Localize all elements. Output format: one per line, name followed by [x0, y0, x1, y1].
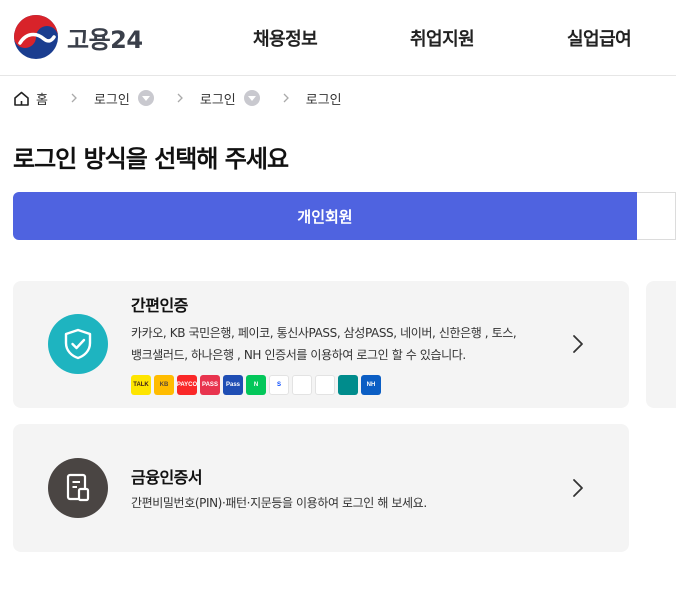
chevron-right-icon[interactable] — [572, 334, 584, 354]
breadcrumb-item-2[interactable]: 로그인 — [200, 89, 236, 108]
nh-icon: NH — [361, 375, 381, 395]
card-description: 카카오, KB 국민은행, 페이코, 통신사PASS, 삼성PASS, 네이버,… — [131, 322, 541, 366]
breadcrumb-home[interactable]: 홈 — [36, 89, 48, 108]
dropdown-icon[interactable] — [243, 90, 260, 106]
next-card-peek[interactable] — [646, 281, 676, 408]
site-logo[interactable]: 고용24 — [14, 15, 143, 59]
samsung-pass-icon: Pass — [223, 375, 243, 395]
financial-certificate-card[interactable]: 금융인증서 간편비밀번호(PIN)·패턴·지문등을 이용하여 로그인 해 보세요… — [13, 424, 629, 552]
breadcrumb: 홈 로그인 로그인 로그인 — [13, 88, 342, 108]
pass-icon: PASS — [200, 375, 220, 395]
card-description-line: 뱅크샐러드, 하나은행 , NH 인증서를 이용하여 로그인 할 수 있습니다. — [131, 348, 466, 362]
naver-icon: N — [246, 375, 266, 395]
tab-personal-member[interactable]: 개인회원 — [13, 192, 637, 240]
hana-icon — [338, 375, 358, 395]
chevron-right-icon[interactable] — [572, 478, 584, 498]
card-description-line: 카카오, KB 국민은행, 페이코, 통신사PASS, 삼성PASS, 네이버,… — [131, 326, 517, 340]
home-icon[interactable] — [13, 90, 30, 107]
breadcrumb-item-3: 로그인 — [305, 92, 342, 108]
taegeuk-logo-icon — [14, 15, 58, 59]
shinhan-icon: S — [269, 375, 289, 395]
shield-check-icon — [48, 314, 108, 374]
card-description: 간편비밀번호(PIN)·패턴·지문등을 이용하여 로그인 해 보세요. — [131, 496, 427, 510]
breadcrumb-item-1[interactable]: 로그인 — [94, 89, 130, 108]
chevron-right-icon — [283, 93, 289, 103]
tab-other-member[interactable] — [637, 192, 676, 240]
simple-auth-card[interactable]: 간편인증 카카오, KB 국민은행, 페이코, 통신사PASS, 삼성PASS,… — [13, 281, 629, 408]
nav-job-info[interactable]: 채용정보 — [253, 25, 318, 51]
kb-icon: KB — [154, 375, 174, 395]
kakao-icon: TALK — [131, 375, 151, 395]
card-title: 간편인증 — [131, 296, 188, 315]
certificate-document-icon — [48, 458, 108, 518]
payco-icon: PAYCO — [177, 375, 197, 395]
provider-icons: TALK KB PAYCO PASS Pass N S NH — [131, 375, 381, 395]
nav-employment-support[interactable]: 취업지원 — [410, 25, 475, 51]
logo-text: 고용24 — [67, 25, 143, 54]
card-title: 금융인증서 — [131, 468, 203, 487]
nav-unemployment-benefits[interactable]: 실업급여 — [567, 25, 632, 51]
dropdown-icon[interactable] — [137, 90, 154, 106]
page-title: 로그인 방식을 선택해 주세요 — [13, 145, 289, 173]
site-header: 고용24 채용정보 취업지원 실업급여 — [0, 0, 676, 76]
toss-icon — [292, 375, 312, 395]
chevron-right-icon — [177, 93, 183, 103]
banksalad-icon — [315, 375, 335, 395]
chevron-right-icon — [71, 93, 77, 103]
